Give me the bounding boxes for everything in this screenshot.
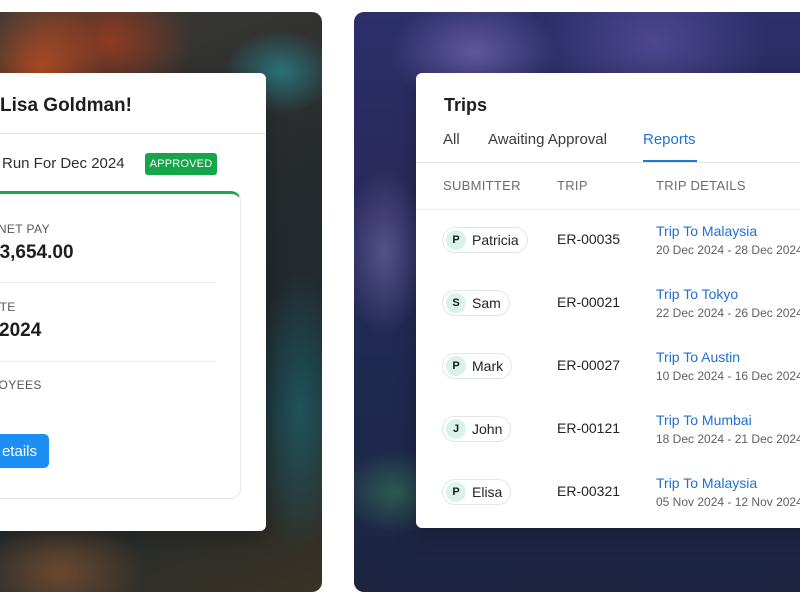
payroll-card: Lisa Goldman! Run For Dec 2024 APPROVED … (0, 73, 266, 531)
submitter-chip[interactable]: P Elisa (442, 479, 512, 505)
trip-destination-link[interactable]: Trip To Malaysia (656, 475, 757, 491)
submitter-name: Mark (472, 358, 504, 374)
table-row[interactable]: S Sam ER-00021 Trip To Tokyo 22 Dec 2024… (416, 279, 800, 342)
submitter-chip[interactable]: J John (442, 416, 512, 442)
avatar: P (446, 230, 466, 250)
trip-id: ER-00027 (557, 357, 621, 373)
submitter-name: Elisa (472, 484, 503, 500)
trip-destination-link[interactable]: Trip To Austin (656, 349, 740, 365)
trips-title: Trips (444, 95, 488, 115)
tab-reports[interactable]: Reports (643, 131, 696, 148)
trips-card: Trips All Awaiting Approval Reports SUBM… (416, 73, 800, 528)
trip-id: ER-00021 (557, 294, 621, 310)
trip-dates: 05 Nov 2024 - 12 Nov 2024 (656, 495, 800, 509)
column-header-trip: TRIP (557, 178, 588, 193)
view-details-button[interactable]: etails (0, 434, 49, 468)
trip-destination-link[interactable]: Trip To Malaysia (656, 223, 757, 239)
avatar: S (446, 293, 466, 313)
submitter-chip[interactable]: P Patricia (442, 227, 528, 253)
column-header-trip-details: TRIP DETAILS (656, 178, 746, 193)
trip-id: ER-00035 (557, 231, 621, 247)
table-row[interactable]: P Elisa ER-00321 Trip To Malaysia 05 Nov… (416, 468, 800, 528)
table-row[interactable]: P Patricia ER-00035 Trip To Malaysia 20 … (416, 216, 800, 279)
trip-destination-link[interactable]: Trip To Tokyo (656, 286, 738, 302)
trip-dates: 20 Dec 2024 - 28 Dec 2024 (656, 243, 800, 257)
avatar: J (446, 419, 466, 439)
tab-awaiting-approval[interactable]: Awaiting Approval (488, 131, 607, 148)
pay-run-label: Run For Dec 2024 (2, 155, 125, 172)
table-row[interactable]: P Mark ER-00027 Trip To Austin 10 Dec 20… (416, 342, 800, 405)
submitter-chip[interactable]: S Sam (442, 290, 510, 316)
header-divider (416, 209, 800, 210)
trip-destination-link[interactable]: Trip To Mumbai (656, 412, 752, 428)
net-pay-label: 'S NET PAY (0, 222, 50, 236)
submitter-name: John (472, 421, 503, 437)
avatar: P (446, 482, 466, 502)
submitter-name: Sam (472, 295, 501, 311)
trip-dates: 10 Dec 2024 - 16 Dec 2024 (656, 369, 800, 383)
header-divider (0, 133, 266, 134)
pay-summary-panel: 'S NET PAY 23,654.00 DATE 2024 PLOYEES e… (0, 191, 241, 499)
column-header-submitter: SUBMITTER (443, 178, 521, 193)
tab-all[interactable]: All (443, 131, 460, 148)
stat-divider (0, 361, 216, 362)
submitter-name: Patricia (472, 232, 519, 248)
pay-date-value: 2024 (0, 320, 42, 341)
approved-status-badge: APPROVED (145, 153, 217, 175)
trip-id: ER-00321 (557, 483, 621, 499)
employees-label: PLOYEES (0, 378, 42, 392)
net-pay-value: 23,654.00 (0, 242, 74, 263)
greeting-title: Lisa Goldman! (0, 95, 132, 116)
trip-dates: 22 Dec 2024 - 26 Dec 2024 (656, 306, 800, 320)
avatar: P (446, 356, 466, 376)
trip-id: ER-00121 (557, 420, 621, 436)
submitter-chip[interactable]: P Mark (442, 353, 513, 379)
pay-date-label: DATE (0, 300, 16, 314)
tabs-divider (416, 162, 800, 163)
stat-divider (0, 282, 216, 283)
trip-dates: 18 Dec 2024 - 21 Dec 2024 (656, 432, 800, 446)
table-row[interactable]: J John ER-00121 Trip To Mumbai 18 Dec 20… (416, 405, 800, 468)
